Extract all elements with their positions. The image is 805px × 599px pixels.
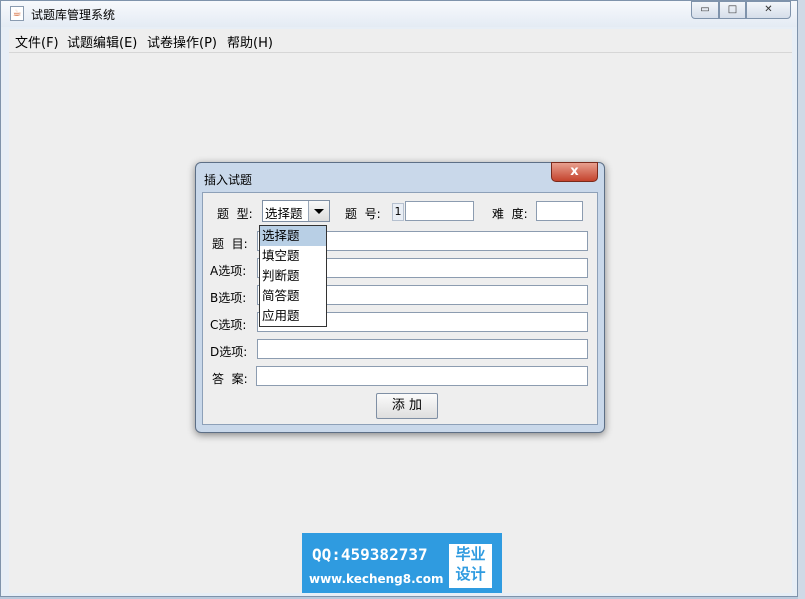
- menu-bar: 文件(F) 试题编辑(E) 试卷操作(P) 帮助(H): [9, 29, 792, 53]
- menu-help[interactable]: 帮助(H): [227, 32, 273, 51]
- answer-label: 答 案:: [212, 372, 248, 386]
- watermark-qq: QQ:459382737: [312, 545, 428, 564]
- type-combo-value: 选择题: [265, 206, 303, 221]
- watermark-url: www.kecheng8.com: [309, 572, 444, 586]
- add-button[interactable]: 添 加: [376, 393, 438, 419]
- maximize-icon: □: [727, 4, 738, 15]
- close-icon: x: [570, 164, 579, 179]
- number-value: 1: [392, 203, 404, 221]
- maximize-button[interactable]: □: [719, 1, 746, 19]
- type-option-apply[interactable]: 应用题: [260, 306, 326, 326]
- watermark-badge-line1: 毕业: [455, 545, 486, 563]
- question-label: 题 目:: [212, 237, 248, 251]
- java-cup-icon: ☕: [10, 6, 24, 21]
- window-title: 试题库管理系统: [31, 8, 116, 22]
- difficulty-label: 难 度:: [492, 207, 528, 221]
- answer-field[interactable]: [256, 366, 588, 386]
- menu-paper-ops[interactable]: 试卷操作(P): [147, 32, 217, 51]
- number-label: 题 号:: [345, 207, 381, 221]
- insert-question-dialog: 插入试题 x 题 型: 选择题 题 号: 1 难 度: 题 目: A选项: B选…: [195, 162, 605, 433]
- option-b-label: B选项:: [210, 291, 247, 305]
- close-button[interactable]: ✕: [746, 1, 791, 19]
- menu-file[interactable]: 文件(F): [15, 32, 59, 51]
- minimize-button[interactable]: ▭: [691, 1, 719, 19]
- dialog-title: 插入试题: [204, 173, 253, 187]
- minimize-icon: ▭: [700, 4, 710, 15]
- type-option-fill[interactable]: 填空题: [260, 246, 326, 266]
- watermark-badge: 毕业 设计: [449, 544, 492, 588]
- difficulty-field[interactable]: [536, 201, 583, 221]
- type-option-judge[interactable]: 判断题: [260, 266, 326, 286]
- type-option-short[interactable]: 简答题: [260, 286, 326, 306]
- combo-arrow-button[interactable]: [308, 201, 329, 221]
- type-label: 题 型:: [217, 207, 253, 221]
- option-a-label: A选项:: [210, 264, 247, 278]
- background-window-edge: [798, 0, 805, 599]
- number-field[interactable]: [405, 201, 474, 221]
- option-d-label: D选项:: [210, 345, 248, 359]
- type-dropdown-list: 选择题 填空题 判断题 简答题 应用题: [259, 225, 327, 327]
- type-option-choice[interactable]: 选择题: [260, 226, 326, 246]
- close-icon: ✕: [764, 4, 773, 15]
- chevron-down-icon: [314, 209, 324, 214]
- title-bar[interactable]: ☕ 试题库管理系统 ▭ □ ✕: [1, 1, 797, 27]
- type-combo[interactable]: 选择题: [262, 200, 330, 222]
- option-d-field[interactable]: [257, 339, 588, 359]
- watermark-badge-line2: 设计: [455, 565, 486, 583]
- menu-question-edit[interactable]: 试题编辑(E): [67, 32, 137, 51]
- dialog-close-button[interactable]: x: [551, 162, 598, 182]
- option-c-label: C选项:: [210, 318, 247, 332]
- watermark: QQ:459382737 www.kecheng8.com 毕业 设计: [302, 533, 502, 593]
